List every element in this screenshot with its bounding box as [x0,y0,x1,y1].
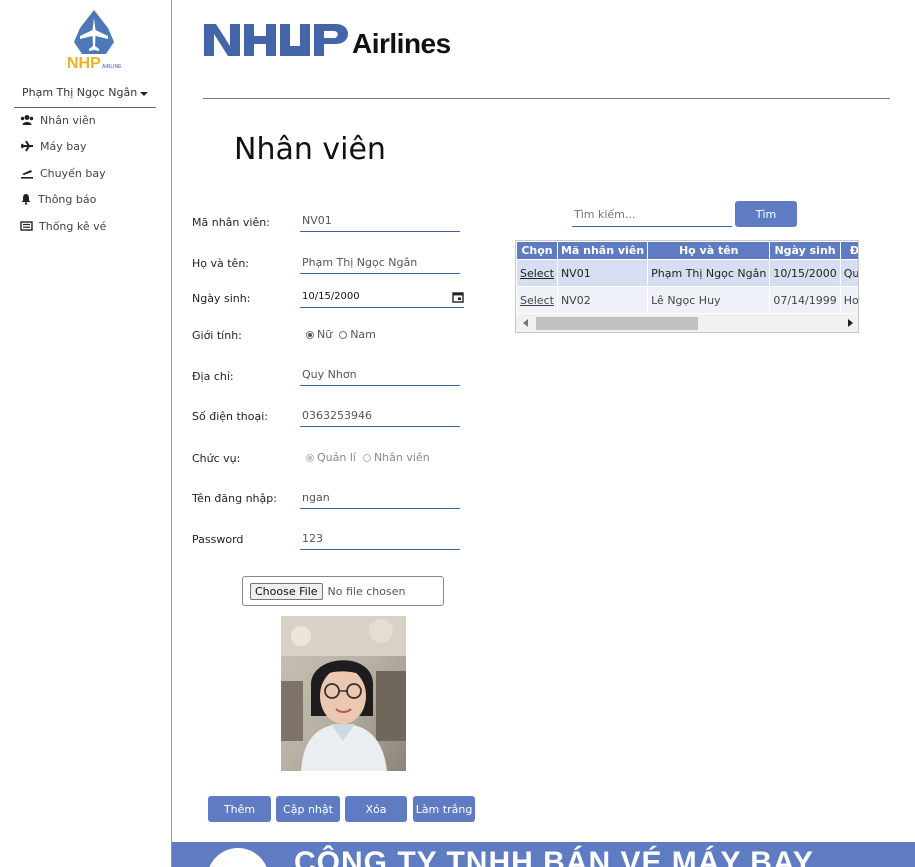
sidebar-item-label: Máy bay [40,139,87,153]
company-logo: NHP AIRLINE [64,8,124,72]
cell-ngay-sinh: 07/14/1999 [769,286,841,314]
sidebar-item-thong-bao[interactable]: Thông báo [20,189,96,209]
search-input[interactable] [572,203,732,227]
footer-banner: CÔNG TY TNHH BÁN VÉ MÁY BAY [172,842,915,867]
sidebar-item-chuyen-bay[interactable]: Chuyến bay [20,163,106,183]
gender-nu-radio[interactable] [306,330,314,339]
cell-ngay-sinh: 10/15/2000 [769,259,841,287]
sidebar-item-label: Thống kê vé [39,219,107,233]
sidebar-item-label: Chuyến bay [40,166,106,180]
dia-chi-label: Địa chỉ: [192,370,234,383]
sidebar-item-may-bay[interactable]: Máy bay [20,136,86,156]
departure-icon [21,170,33,179]
file-status: No file chosen [327,584,406,598]
plane-icon [21,140,33,152]
footer-logo [207,848,269,867]
cell-ma: NV01 [556,259,649,287]
ten-dang-nhap-input[interactable] [300,487,460,509]
page-title: Nhân viên [234,132,386,167]
ma-nhan-vien-label: Mã nhân viên: [192,216,270,229]
xoa-button[interactable]: Xóa [345,796,407,822]
ten-dang-nhap-label: Tên đăng nhập: [192,492,277,505]
gender-nam-radio[interactable] [339,330,348,339]
choose-file-button[interactable]: Choose File [250,582,323,600]
sidebar-item-nhan-vien[interactable]: Nhân viên [20,110,96,130]
table-row: Select NV02 Lê Ngọc Huy 07/14/1999 Hoài … [516,286,858,314]
header-divider [203,98,890,99]
scroll-thumb[interactable] [536,317,698,330]
footer-banner-text: CÔNG TY TNHH BÁN VÉ MÁY BAY [294,846,814,867]
calendar-icon[interactable] [452,291,464,303]
col-dia-chi: Địa chỉ [839,241,858,260]
table-row: Select NV01 Phạm Thị Ngọc Ngân 10/15/200… [516,259,858,287]
search-button[interactable]: Tìm [735,201,797,227]
cell-dia-chi: Quy Nhơn [839,259,858,287]
cell-ten: Lê Ngọc Huy [647,286,771,314]
sidebar-item-thong-ke-ve[interactable]: Thống kê vé [20,216,106,236]
gioi-tinh-label: Giới tính: [192,329,242,342]
so-dien-thoai-input[interactable] [300,405,460,427]
scroll-left-icon[interactable] [523,319,528,327]
sidebar-item-label: Thông báo [38,192,97,206]
employee-table: Chọn Mã nhân viên Họ và tên Ngày sinh Đị… [515,240,859,333]
role-nhan-vien-radio[interactable] [362,453,371,462]
lam-trang-button[interactable]: Làm trắng [413,796,475,822]
col-ngay-sinh: Ngày sinh [769,241,841,260]
file-upload[interactable]: Choose File No file chosen [242,576,444,606]
dia-chi-input[interactable] [300,364,460,386]
svg-text:AIRLINE: AIRLINE [102,64,122,70]
col-ho-ten: Họ và tên [647,241,771,260]
employee-photo [281,616,406,771]
logo-letters: NHP [67,55,101,72]
cap-nhat-button[interactable]: Cập nhật [276,796,340,822]
so-dien-thoai-label: Số điện thoại: [192,410,269,423]
ho-ten-label: Họ và tên: [192,257,250,270]
select-link[interactable]: Select [516,259,558,287]
role-nhan-vien-label: Nhân viên [373,451,430,464]
ma-nhan-vien-input[interactable] [300,210,460,232]
user-name: Phạm Thị Ngọc Ngân [22,86,138,99]
col-ma-nhan-vien: Mã nhân viên [556,241,649,260]
bell-icon [21,194,31,205]
select-link[interactable]: Select [516,286,558,314]
gender-nu-label: Nữ [317,328,333,341]
scroll-right-icon[interactable] [848,319,853,327]
role-quan-li-label: Quản lí [317,451,356,464]
role-radio-group: Quản lí Nhân viên [306,451,430,464]
ngay-sinh-label: Ngày sinh: [192,292,251,305]
ho-ten-input[interactable] [300,252,460,274]
role-quan-li-radio[interactable] [306,453,314,462]
password-input[interactable] [300,528,460,550]
cell-ma: NV02 [556,286,649,314]
horizontal-scrollbar[interactable] [516,314,858,332]
sidebar: NHP AIRLINE Phạm Thị Ngọc Ngân Nhân viên… [0,0,172,867]
cell-ten: Phạm Thị Ngọc Ngân [647,259,771,287]
users-icon [20,115,34,125]
ngay-sinh-input[interactable]: 10/15/2000 [300,286,464,308]
brand-name: Airlines [352,28,451,59]
cell-dia-chi: Hoài Ân [839,286,858,314]
sidebar-item-label: Nhân viên [40,113,96,127]
gender-nam-label: Nam [350,328,376,341]
list-icon [20,221,33,231]
password-label: Password [192,533,244,546]
chuc-vu-label: Chức vụ: [192,452,241,465]
col-chon: Chọn [516,241,558,260]
user-dropdown[interactable]: Phạm Thị Ngọc Ngân [14,82,156,108]
ngay-sinh-value: 10/15/2000 [302,291,360,302]
them-button[interactable]: Thêm [208,796,271,822]
gender-radio-group: Nữ Nam [306,328,376,341]
chevron-down-icon [140,92,148,96]
table-header-row: Chọn Mã nhân viên Họ và tên Ngày sinh Đị… [516,241,858,260]
